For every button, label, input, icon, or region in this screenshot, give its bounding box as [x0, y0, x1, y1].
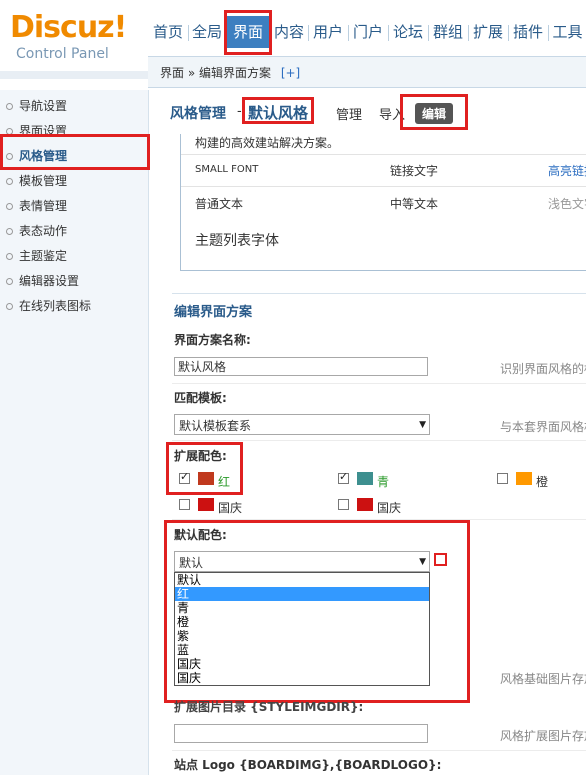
- color-swatch-orange: [516, 472, 532, 485]
- logo-underline: [0, 71, 148, 79]
- template-hint: 与本套界面风格相: [500, 420, 586, 434]
- logo-subtitle: Control Panel: [16, 46, 109, 62]
- divider: [172, 383, 586, 384]
- nav-extensions[interactable]: 扩展: [469, 16, 507, 48]
- divider: [172, 750, 586, 751]
- logo-label: 站点 Logo {BOARDIMG},{BOARDLOGO}:: [174, 758, 442, 772]
- color-name-national-2: 国庆: [377, 501, 402, 515]
- divider: [172, 440, 586, 441]
- preview-thread-font: 主题列表字体: [195, 233, 279, 249]
- preview-description: 构建的高效建站解决方案。: [195, 136, 340, 150]
- template-select-value: 默认模板套系: [179, 419, 252, 433]
- color-swatch-national: [198, 498, 214, 511]
- sidebar-item-label: 导航设置: [19, 99, 68, 113]
- name-hint: 识别界面风格的标: [500, 362, 586, 376]
- color-name-orange: 橙: [536, 475, 549, 489]
- breadcrumb-path[interactable]: 界面 » 编辑界面方案: [160, 66, 271, 80]
- sidebar-item-online-icons[interactable]: 在线列表图标: [6, 296, 91, 316]
- bullet-icon: [6, 228, 13, 235]
- nav-users[interactable]: 用户: [309, 16, 347, 48]
- section-title: 编辑界面方案: [174, 305, 253, 320]
- color-checkbox-national-2[interactable]: [338, 499, 349, 510]
- color-name-cyan: 青: [377, 475, 390, 489]
- color-swatch-national-2: [357, 498, 373, 511]
- tab-manage[interactable]: 管理: [336, 104, 362, 123]
- preview-highlight-link[interactable]: 高亮链接: [548, 162, 586, 179]
- sidebar-item-label: 表态动作: [19, 224, 68, 238]
- preview-light-text: 浅色文字: [548, 197, 586, 211]
- name-label: 界面方案名称:: [174, 333, 251, 347]
- sidebar-item-nav-settings[interactable]: 导航设置: [6, 96, 67, 116]
- breadcrumb-bar: 界面 » 编辑界面方案 [+]: [148, 56, 586, 88]
- highlight-box-default-color: [164, 520, 470, 703]
- ext-img-hint: 风格扩展图片存放: [500, 729, 586, 743]
- bullet-icon: [6, 253, 13, 260]
- nav-content[interactable]: 内容: [271, 16, 307, 48]
- bullet-icon: [6, 103, 13, 110]
- sidebar-item-label: 在线列表图标: [19, 299, 92, 313]
- preview-link-text[interactable]: 链接文字: [390, 162, 438, 179]
- ext-img-label: 扩展图片目录 {STYLEIMGDIR}:: [174, 700, 364, 714]
- nav-groups[interactable]: 群组: [429, 16, 467, 48]
- sidebar-item-smiley-manage[interactable]: 表情管理: [6, 196, 67, 216]
- color-checkbox-cyan[interactable]: [338, 470, 349, 484]
- sidebar-item-click-actions[interactable]: 表态动作: [6, 221, 67, 241]
- preview-medium-text: 中等文本: [390, 197, 439, 211]
- sidebar-item-label: 模板管理: [19, 174, 68, 188]
- style-preview: 构建的高效建站解决方案。 SMALL FONT 链接文字 高亮链接 普通文本 中…: [180, 134, 586, 271]
- title-separator: -: [237, 104, 242, 119]
- nav-forum[interactable]: 论坛: [389, 16, 427, 48]
- style-name-input[interactable]: 默认风格: [174, 357, 428, 376]
- template-label: 匹配模板:: [174, 391, 227, 405]
- highlight-box-style-name: [242, 97, 314, 124]
- nav-tools[interactable]: 工具: [549, 16, 586, 48]
- dropdown-arrow-icon: ▼: [419, 420, 426, 430]
- img-dir-hint: 风格基础图片存放: [500, 672, 586, 686]
- bullet-icon: [6, 278, 13, 285]
- logo-title[interactable]: Discuz!: [10, 10, 127, 45]
- breadcrumb: 界面 » 编辑界面方案 [+]: [160, 64, 300, 81]
- highlight-box-nav: [224, 10, 272, 55]
- highlight-box-sidebar: [0, 134, 150, 170]
- sidebar-item-label: 主题鉴定: [19, 249, 68, 263]
- nav-plugins[interactable]: 插件: [509, 16, 547, 48]
- color-checkbox-orange[interactable]: [497, 473, 508, 484]
- highlight-box-ext-colors: [166, 442, 243, 495]
- divider: [181, 186, 586, 187]
- section-header: 编辑界面方案: [172, 293, 586, 324]
- color-swatch-cyan: [357, 472, 373, 485]
- color-name-national: 国庆: [218, 501, 243, 515]
- sidebar-item-label: 表情管理: [19, 199, 68, 213]
- divider: [181, 154, 586, 155]
- ext-img-input[interactable]: [174, 724, 428, 743]
- highlight-box-edit-tab: [400, 94, 468, 130]
- bullet-icon: [6, 303, 13, 310]
- sidebar: 导航设置 界面设置 风格管理 模板管理 表情管理 表态动作 主题鉴定 编辑器设置…: [0, 90, 149, 775]
- sidebar-item-label: 编辑器设置: [19, 274, 80, 288]
- nav-home[interactable]: 首页: [148, 16, 188, 48]
- preview-small-font: SMALL FONT: [195, 164, 259, 175]
- add-shortcut-button[interactable]: [+]: [281, 66, 300, 80]
- bullet-icon: [6, 178, 13, 185]
- sidebar-item-template-manage[interactable]: 模板管理: [6, 171, 67, 191]
- nav-global[interactable]: 全局: [189, 16, 225, 48]
- nav-portal[interactable]: 门户: [349, 16, 387, 48]
- preview-normal-text: 普通文本: [195, 197, 244, 211]
- page-title: 风格管理: [170, 106, 226, 122]
- template-select[interactable]: 默认模板套系 ▼: [174, 414, 430, 435]
- sidebar-item-thread-stamps[interactable]: 主题鉴定: [6, 246, 67, 266]
- bullet-icon: [6, 203, 13, 210]
- sidebar-item-editor-settings[interactable]: 编辑器设置: [6, 271, 79, 291]
- color-checkbox-national[interactable]: [179, 499, 190, 510]
